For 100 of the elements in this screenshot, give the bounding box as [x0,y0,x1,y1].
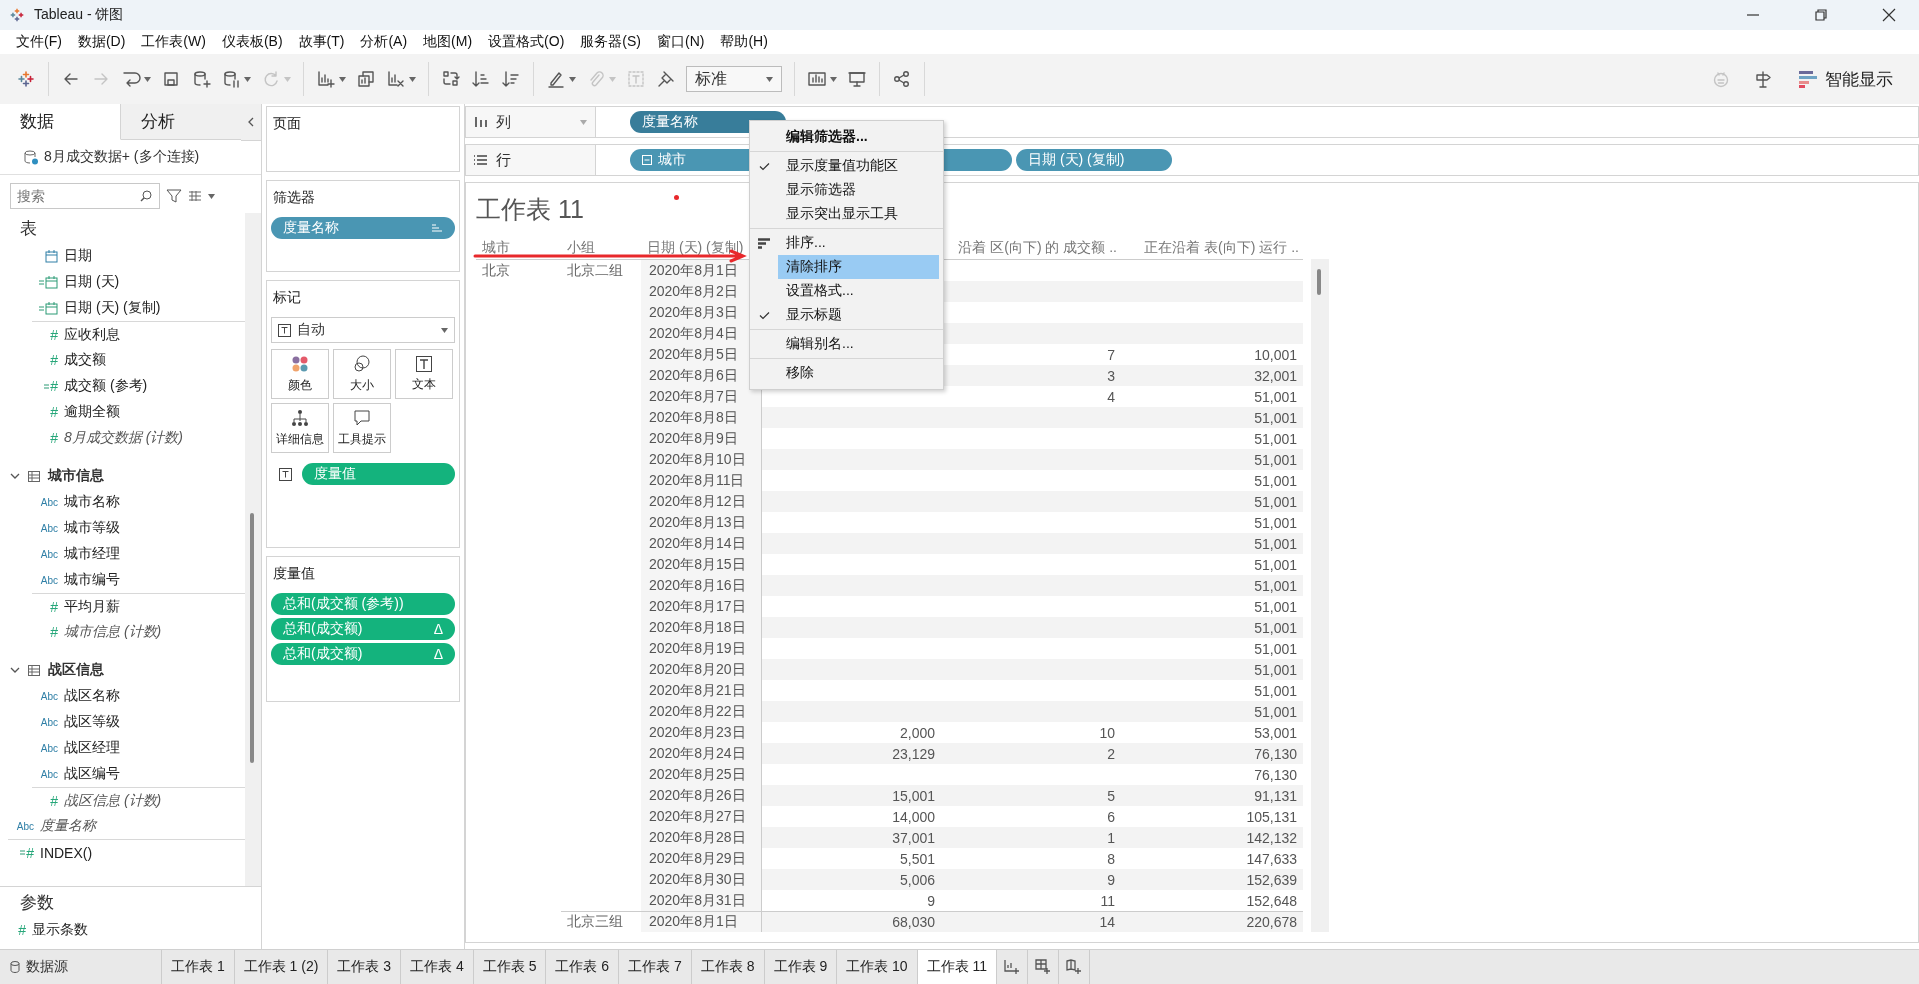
filter-icon[interactable] [166,188,182,204]
menu-item[interactable]: 工作表(W) [133,33,214,51]
new-sheet-icon[interactable] [1004,959,1021,975]
search-field[interactable]: 搜索 [10,183,160,209]
caret-icon[interactable] [339,76,346,82]
sheet-tab[interactable]: 工作表 11 [917,950,998,984]
save-icon[interactable] [161,69,181,89]
menu-item[interactable]: 显示突出显示工具 [778,202,939,226]
field-name[interactable]: 8月成交数据 (计数) [64,429,183,447]
close-icon[interactable] [1881,7,1897,23]
menu-item[interactable]: 移除 [778,361,939,385]
collapse-icon[interactable] [642,155,652,165]
menu-item[interactable]: 显示标题 [778,303,939,327]
menu-item[interactable]: 窗口(N) [649,33,713,51]
field-name[interactable]: 战区名称 [64,687,120,705]
caret-icon[interactable] [441,327,448,333]
swap-icon[interactable] [441,69,461,89]
measure-type-icon: # [50,404,58,420]
caret-icon[interactable] [244,76,251,82]
table-name[interactable]: 城市信息 [48,467,104,485]
menu-item[interactable]: 排序... [778,231,939,255]
bar-chart-icon[interactable] [807,69,827,89]
menu-item[interactable]: 帮助(H) [712,33,776,51]
field-name[interactable]: 平均月薪 [64,597,120,616]
field-name[interactable]: 战区等级 [64,713,120,731]
pane-tab[interactable]: 分析 [121,104,241,140]
field-name[interactable]: 城市名称 [64,493,120,511]
sort-ascending-icon[interactable] [471,69,491,89]
menu-item[interactable]: 仪表板(B) [213,33,291,51]
data-source-name[interactable]: 8月成交数据+ (多个连接) [44,148,200,166]
caret-icon[interactable] [409,76,416,82]
caret-icon[interactable] [766,76,773,82]
field-name[interactable]: 城市经理 [64,545,120,563]
menu-item[interactable]: 显示筛选器 [778,178,939,202]
field-name[interactable]: 城市等级 [64,519,120,537]
menu-item[interactable]: 编辑别名... [778,332,939,356]
menu-item[interactable]: 文件(F) [8,33,70,51]
duplicate-icon[interactable] [356,69,376,89]
mark-type-dropdown[interactable]: 自动 [271,317,455,343]
field-name[interactable]: 日期 [64,247,92,265]
new-story-icon[interactable] [1066,959,1083,975]
new-dashboard-icon[interactable] [1035,959,1052,975]
field-name[interactable]: 显示条数 [32,921,88,939]
menu-item[interactable]: 清除排序 [778,255,939,279]
fit-dropdown[interactable]: 标准 [686,66,782,92]
field-name[interactable]: 成交额 (参考) [64,377,148,395]
presentation-icon[interactable] [847,69,867,89]
caret-icon[interactable] [144,76,151,82]
field-name[interactable]: 逾期全额 [64,403,120,421]
menu-item[interactable]: 故事(T) [290,33,353,51]
scrollbar[interactable] [245,213,261,886]
database-plus-icon[interactable] [191,69,211,89]
mark-property-button[interactable]: 文本 [395,349,453,399]
mark-property-button[interactable]: 详细信息 [271,403,329,453]
chevron-icon[interactable] [10,471,20,481]
chart-plus-icon[interactable] [316,69,336,89]
pin-icon[interactable] [656,69,676,89]
caret-icon[interactable] [569,76,576,82]
field-name[interactable]: 日期 (天) (复制) [64,299,161,317]
mark-property-button[interactable]: 大小 [333,349,391,399]
mark-property-button[interactable]: 颜色 [271,349,329,399]
field-name[interactable]: 城市编号 [64,571,120,589]
caret-icon[interactable] [208,193,215,199]
field-name[interactable]: 战区编号 [64,765,120,783]
chevron-icon[interactable] [10,665,20,675]
data-source-tab[interactable]: 数据源 [26,958,68,976]
caret-icon[interactable] [830,76,837,82]
menu-item[interactable]: 设置格式(O) [480,33,573,51]
menu-item[interactable]: 服务器(S) [572,33,649,51]
restore-icon[interactable] [1813,7,1829,23]
column-header[interactable]: 正在沿着 表(向下) 运行 .. [1138,239,1299,257]
field-name[interactable]: 城市信息 (计数) [64,623,162,641]
mark-property-button[interactable]: 工具提示 [333,403,391,453]
signpost-icon[interactable] [1753,69,1773,89]
field-name[interactable]: 战区经理 [64,739,120,757]
table-name[interactable]: 战区信息 [48,661,104,679]
table-cell: 37,001 [761,827,941,848]
database-pause-icon[interactable] [221,69,241,89]
menu-item[interactable]: 设置格式... [778,279,939,303]
field-name[interactable]: 应收利息 [64,325,120,344]
loop-arrow-icon[interactable] [121,69,141,89]
field-name[interactable]: 战区信息 (计数) [64,791,162,810]
column-header[interactable]: 城市 [476,239,510,257]
logo-icon[interactable] [16,69,36,89]
sort-descending-icon[interactable] [501,69,521,89]
list-view-icon[interactable] [188,190,202,202]
column-header[interactable]: 沿着 区(向下) 的 成交额 .. [952,239,1117,257]
share-icon[interactable] [892,69,912,89]
field-name[interactable]: 成交额 [64,351,106,369]
show-me-button[interactable]: 智能显示 [1795,65,1897,93]
collapse-pane-icon[interactable] [247,117,255,127]
menu-item[interactable]: 分析(A) [352,33,416,51]
field-name[interactable]: INDEX() [40,844,93,861]
menu-item[interactable]: 地图(M) [415,33,481,51]
chart-clear-icon[interactable] [386,69,406,89]
field-name[interactable]: 日期 (天) [64,273,120,291]
scrollbar[interactable] [1311,259,1329,932]
column-header[interactable]: 小组 [561,239,595,257]
field-name[interactable]: 度量名称 [40,817,96,835]
menu-item[interactable]: 数据(D) [69,33,134,51]
